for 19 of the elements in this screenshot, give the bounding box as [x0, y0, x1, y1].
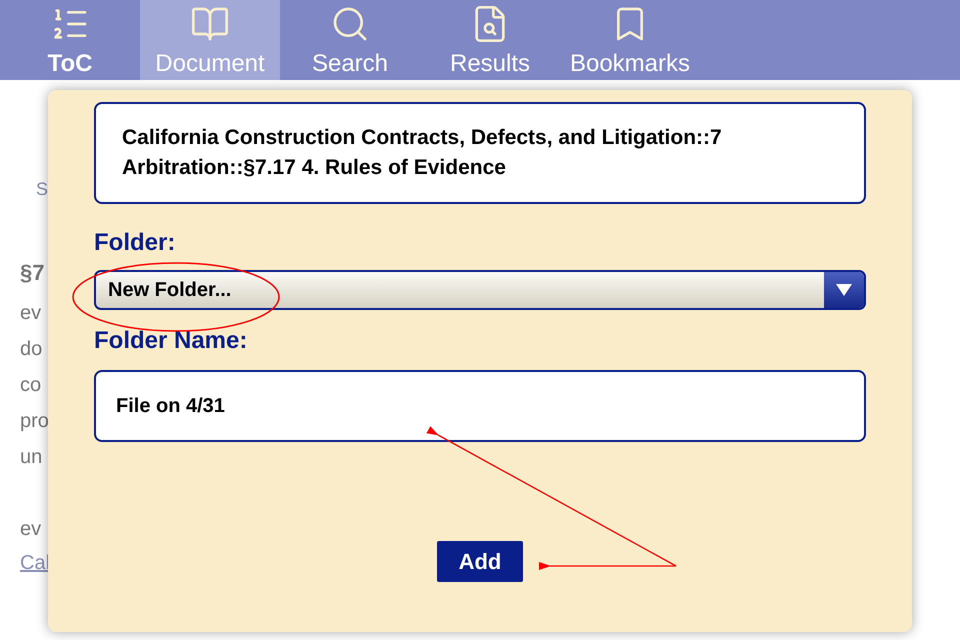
document-text: ev — [20, 517, 42, 542]
document-text: S — [35, 178, 48, 200]
document-text: do — [20, 337, 44, 362]
folder-name-field[interactable]: File on 4/31 — [94, 370, 866, 442]
document-text: co — [20, 373, 42, 398]
document-text: pro — [20, 409, 48, 434]
folder-label: Folder: — [94, 228, 176, 258]
tab[interactable]: Search — [280, 0, 420, 80]
tab[interactable]: ToC — [0, 0, 140, 80]
bookmark-title-field[interactable]: California Construction Contracts, Defects, and Litigation::7 Arbitration::§7.17 4. Rules of Evidence — [94, 102, 866, 204]
section-heading: §7 — [20, 260, 46, 287]
document-text: un — [20, 445, 44, 470]
folder-name-label: Folder Name: — [94, 326, 248, 356]
tab[interactable]: Document — [140, 0, 280, 80]
tab[interactable]: Bookmarks — [560, 0, 700, 80]
add-button[interactable]: Add — [437, 541, 523, 582]
document-text: ev — [20, 301, 42, 326]
tab[interactable]: Results — [420, 0, 560, 80]
folder-dropdown[interactable]: New Folder... — [94, 270, 866, 310]
